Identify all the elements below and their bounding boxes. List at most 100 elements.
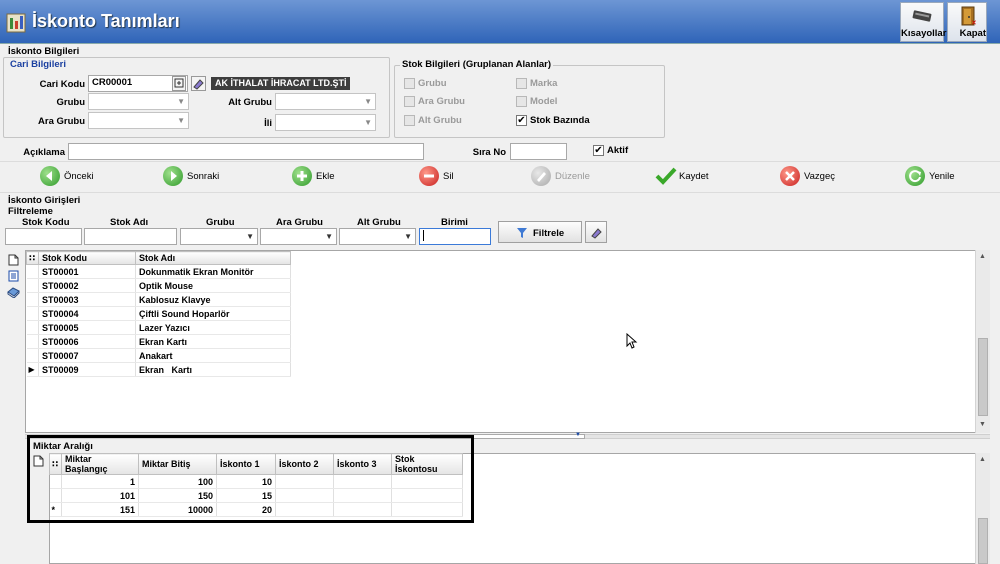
cell-stok-kodu[interactable]: ST00005 <box>38 320 136 335</box>
scrollbar-thumb[interactable] <box>978 338 988 416</box>
cell-stok-iskontosu[interactable] <box>391 488 463 503</box>
stok-grid-scrollbar[interactable]: ▲ ▼ <box>975 250 990 433</box>
row-indicator[interactable] <box>26 348 39 363</box>
table-row[interactable]: ST00002 Optik Mouse <box>26 278 291 293</box>
table-row[interactable]: * 151 10000 20 <box>49 502 463 517</box>
row-indicator[interactable]: * <box>49 502 62 517</box>
prev-button[interactable]: Önceki <box>40 163 110 191</box>
table-row[interactable]: ST00005 Lazer Yazıcı <box>26 320 291 335</box>
row-indicator[interactable] <box>26 306 39 321</box>
scrollbar-thumb[interactable] <box>978 518 988 564</box>
column-header-stok-adi[interactable]: Stok Adı <box>135 251 291 265</box>
grubu-select[interactable]: ▼ <box>88 93 189 110</box>
row-indicator[interactable] <box>26 278 39 293</box>
cell-stok-adi[interactable]: Dokunmatik Ekran Monitör <box>135 264 291 279</box>
table-row[interactable]: ST00007 Anakart <box>26 348 291 363</box>
cell-stok-kodu[interactable]: ST00009 <box>38 362 136 377</box>
table-row[interactable]: ST00003 Kablosuz Klavye <box>26 292 291 307</box>
alt-grubu-select[interactable]: ▼ <box>275 93 376 110</box>
cell-stok-adi[interactable]: Ekran Kartı <box>135 334 291 349</box>
scroll-down-icon[interactable]: ▼ <box>979 421 986 428</box>
filter-alt-grubu-select[interactable]: ▼ <box>339 228 416 245</box>
stok-bazinda-checkbox[interactable]: ✔ <box>516 115 527 126</box>
cell-stok-iskontosu[interactable] <box>391 502 463 517</box>
row-indicator[interactable] <box>26 292 39 307</box>
column-header-iskonto-2[interactable]: İskonto 2 <box>275 453 334 475</box>
range-grid-scrollbar[interactable]: ▲ <box>975 453 990 564</box>
cell-miktar-baslangic[interactable]: 151 <box>61 502 139 517</box>
cell-stok-kodu[interactable]: ST00004 <box>38 306 136 321</box>
filter-stok-kodu-input[interactable] <box>5 228 82 245</box>
table-row[interactable]: ST00006 Ekran Kartı <box>26 334 291 349</box>
document-list-icon[interactable] <box>8 270 19 282</box>
sira-no-input[interactable] <box>510 143 567 160</box>
new-document-icon[interactable] <box>33 455 44 467</box>
stok-alt-grubu-checkbox[interactable] <box>404 115 415 126</box>
column-header-iskonto-3[interactable]: İskonto 3 <box>333 453 392 475</box>
cell-iskonto-2[interactable] <box>275 488 334 503</box>
books-icon[interactable] <box>7 286 20 298</box>
cell-iskonto-1[interactable]: 15 <box>216 488 276 503</box>
cell-stok-iskontosu[interactable] <box>391 474 463 489</box>
new-document-icon[interactable] <box>8 254 19 266</box>
refresh-button[interactable]: Yenile <box>905 163 965 191</box>
stok-ara-grubu-checkbox[interactable] <box>404 96 415 107</box>
filter-button[interactable]: Filtrele <box>498 221 582 243</box>
cell-iskonto-3[interactable] <box>333 488 392 503</box>
next-button[interactable]: Sonraki <box>163 163 233 191</box>
filter-stok-adi-input[interactable] <box>84 228 177 245</box>
cell-miktar-baslangic[interactable]: 101 <box>61 488 139 503</box>
aciklama-input[interactable] <box>68 143 424 160</box>
cancel-button[interactable]: Vazgeç <box>780 163 850 191</box>
cell-miktar-baslangic[interactable]: 1 <box>61 474 139 489</box>
table-row[interactable]: ST00001 Dokunmatik Ekran Monitör <box>26 264 291 279</box>
add-button[interactable]: Ekle <box>292 163 352 191</box>
stok-grubu-checkbox[interactable] <box>404 78 415 89</box>
column-header-stok-iskontosu[interactable]: Stok İskontosu <box>391 453 463 475</box>
table-row[interactable]: ▶ ST00009 Ekran Kartı <box>26 362 291 377</box>
row-indicator[interactable] <box>49 474 62 489</box>
cell-miktar-bitis[interactable]: 150 <box>138 488 217 503</box>
cell-stok-adi[interactable]: Optik Mouse <box>135 278 291 293</box>
cell-stok-kodu[interactable]: ST00001 <box>38 264 136 279</box>
cell-iskonto-3[interactable] <box>333 474 392 489</box>
cell-stok-kodu[interactable]: ST00003 <box>38 292 136 307</box>
cell-stok-adi[interactable]: Anakart <box>135 348 291 363</box>
cell-iskonto-3[interactable] <box>333 502 392 517</box>
cell-iskonto-1[interactable]: 10 <box>216 474 276 489</box>
column-header-iskonto-1[interactable]: İskonto 1 <box>216 453 276 475</box>
clear-filter-button[interactable] <box>585 221 607 243</box>
cell-miktar-bitis[interactable]: 10000 <box>138 502 217 517</box>
cari-lookup-button[interactable] <box>172 76 186 91</box>
cell-stok-adi[interactable]: Ekran Kartı <box>135 362 291 377</box>
table-row[interactable]: 1 100 10 <box>49 474 463 489</box>
cell-iskonto-2[interactable] <box>275 502 334 517</box>
save-button[interactable]: Kaydet <box>655 163 725 191</box>
delete-button[interactable]: Sil <box>419 163 469 191</box>
aktif-checkbox[interactable]: ✔ <box>593 145 604 156</box>
column-header-stok-kodu[interactable]: Stok Kodu <box>38 251 136 265</box>
filter-birimi-input[interactable] <box>419 228 491 245</box>
filter-grubu-select[interactable]: ▼ <box>180 228 258 245</box>
cell-stok-kodu[interactable]: ST00007 <box>38 348 136 363</box>
table-row[interactable]: 101 150 15 <box>49 488 463 503</box>
cell-stok-adi[interactable]: Lazer Yazıcı <box>135 320 291 335</box>
chevron-down-icon[interactable]: ▼ <box>575 432 581 438</box>
cell-stok-adi[interactable]: Kablosuz Klavye <box>135 292 291 307</box>
column-header-miktar-bitis[interactable]: Miktar Bitiş <box>138 453 217 475</box>
filter-ara-grubu-select[interactable]: ▼ <box>260 228 337 245</box>
row-indicator[interactable] <box>26 334 39 349</box>
scroll-up-icon[interactable]: ▲ <box>979 253 986 260</box>
row-indicator[interactable] <box>26 320 39 335</box>
shortcuts-button[interactable]: Kısayollar <box>900 2 946 42</box>
row-indicator[interactable] <box>26 264 39 279</box>
cari-clear-button[interactable] <box>191 76 206 91</box>
stok-marka-checkbox[interactable] <box>516 78 527 89</box>
column-header-miktar-baslangic[interactable]: Miktar Başlangıç <box>61 453 139 475</box>
ara-grubu-select[interactable]: ▼ <box>88 112 189 129</box>
cell-stok-kodu[interactable]: ST00006 <box>38 334 136 349</box>
cell-miktar-bitis[interactable]: 100 <box>138 474 217 489</box>
edit-button[interactable]: Düzenle <box>531 163 601 191</box>
stok-model-checkbox[interactable] <box>516 96 527 107</box>
table-row[interactable]: ST00004 Çiftli Sound Hoparlör <box>26 306 291 321</box>
